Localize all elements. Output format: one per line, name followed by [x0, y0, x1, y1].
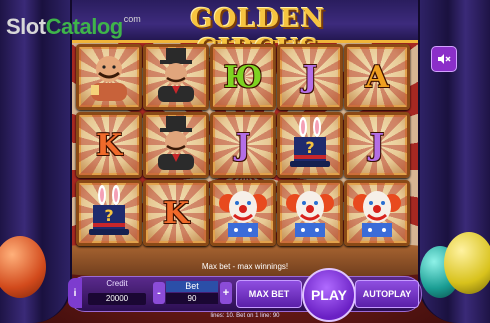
svg-text:?: ? — [305, 138, 314, 157]
reel-cell: J — [210, 112, 276, 178]
symbol-clown-icon — [352, 185, 402, 242]
reel-cell: K — [76, 112, 142, 178]
reel-cell — [277, 180, 343, 246]
symbol-magic-hat-icon: ? — [85, 184, 133, 242]
reel-grid: Ю J A K J? J? K — [74, 44, 412, 246]
reel-cell: J — [344, 112, 410, 178]
autoplay-button[interactable]: AUTOPLAY — [355, 280, 419, 308]
reel-cell: Ю — [210, 44, 276, 110]
reel-cell: J — [277, 44, 343, 110]
logo-text-slot: Slot — [6, 14, 46, 39]
symbol-letter-Ю: Ю — [223, 59, 263, 95]
speaker-mute-icon — [438, 54, 451, 64]
symbol-clown-icon — [285, 185, 335, 242]
reel-cell: ? — [76, 180, 142, 246]
reel-cell — [210, 180, 276, 246]
mute-button[interactable] — [431, 46, 457, 72]
credit-value: 20000 — [88, 293, 146, 305]
reel-cell — [143, 112, 209, 178]
game-stage: SlotCatalogcom GOLDEN CIRCUS ЮJAKJ?J?K M… — [0, 0, 490, 323]
bet-label: Bet — [166, 281, 218, 292]
symbol-ringmaster-icon — [152, 115, 200, 175]
lines-info: lines: 10. Bet on 1 line: 90 — [210, 313, 280, 319]
reel-cell: ? — [277, 112, 343, 178]
symbol-letter-K: K — [162, 195, 190, 231]
symbol-letter-J: J — [369, 127, 385, 163]
info-button[interactable]: i — [68, 278, 82, 308]
symbol-magic-hat-icon: ? — [286, 116, 334, 174]
reel-cell — [143, 44, 209, 110]
stage-floor — [40, 240, 450, 280]
logo-text-com: com — [123, 14, 141, 24]
bet-decrease-button[interactable]: - — [153, 282, 165, 304]
symbol-letter-K: K — [95, 127, 123, 163]
game-title: GOLDEN CIRCUS — [190, 4, 326, 64]
site-logo: Slot Catalog com — [6, 6, 141, 40]
symbol-strongman-icon — [85, 49, 133, 106]
logo-text-catalog: Catalog — [45, 14, 124, 39]
bet-increase-button[interactable]: + — [220, 282, 232, 304]
reel-cell — [344, 180, 410, 246]
symbol-letter-A: A — [365, 59, 389, 95]
symbol-ringmaster-icon — [152, 47, 200, 107]
reel-cell: A — [344, 44, 410, 110]
credit-label: Credit — [106, 279, 128, 288]
symbol-letter-J: J — [235, 127, 251, 163]
bet-value: 90 — [166, 293, 218, 304]
symbol-clown-icon — [218, 185, 268, 242]
symbol-letter-J: J — [302, 59, 318, 95]
max-bet-message: Max bet - max winnings! — [201, 262, 289, 271]
reel-cell — [76, 44, 142, 110]
svg-text:?: ? — [104, 206, 113, 225]
max-bet-button[interactable]: MAX BET — [236, 280, 302, 308]
reel-cell: K — [143, 180, 209, 246]
